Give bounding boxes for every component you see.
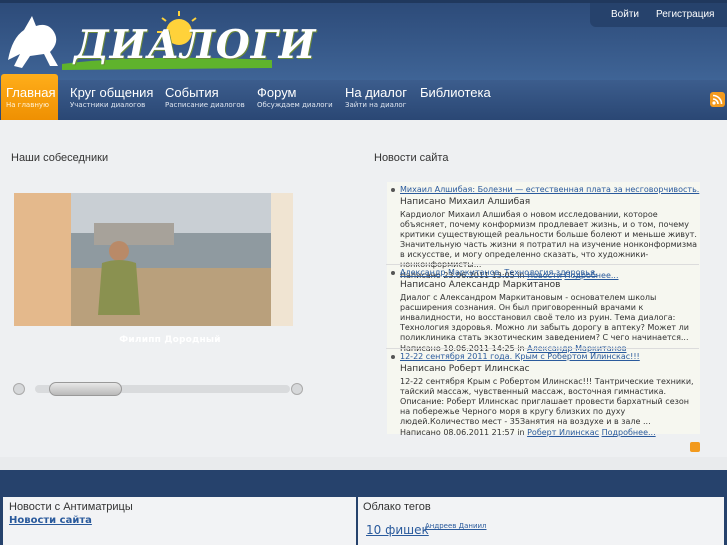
slider-next-icon[interactable] <box>291 383 303 395</box>
news-excerpt: Диалог с Александром Маркитановым - осно… <box>400 293 689 342</box>
interlocutor-name: Филипп Дородный <box>119 335 221 345</box>
news-excerpt: 12-22 сентября Крым с Робертом Илинскас!… <box>400 377 694 426</box>
nav-item-forum[interactable]: Форум Обсуждаем диалоги <box>257 80 333 120</box>
list-item: Александр Маркитанов. Технология здоровь… <box>386 264 700 355</box>
nav-item-title: Форум <box>257 85 297 100</box>
rss-icon[interactable] <box>710 92 725 107</box>
main-nav: Главная На главную Круг общения Участник… <box>0 74 727 123</box>
interlocutor-photo[interactable] <box>14 193 293 326</box>
site-header: ДИАЛОГИ Войти Регистрация <box>0 0 727 80</box>
nav-item-subtitle: Участники диалогов <box>70 101 146 109</box>
nav-item-community[interactable]: Круг общения Участники диалогов <box>70 80 153 120</box>
slider-thumb[interactable] <box>49 382 122 396</box>
news-list: Михаил Алшибая: Болезни — естественная п… <box>386 182 700 437</box>
nav-item-events[interactable]: События Расписание диалогов <box>165 80 245 120</box>
nav-item-title: Круг общения <box>70 85 154 100</box>
nav-item-subtitle: Расписание диалогов <box>165 101 245 109</box>
nav-item-subtitle: Обсуждаем диалоги <box>257 101 333 109</box>
list-item: 12-22 сентября 2011 года. Крым с Роберто… <box>386 348 700 439</box>
login-link[interactable]: Войти <box>611 9 639 20</box>
register-link[interactable]: Регистрация <box>656 9 714 20</box>
news-title: Новости сайта <box>374 152 449 164</box>
news-excerpt: Кардиолог Михаил Алшибая о новом исследо… <box>400 210 698 269</box>
news-headline-link[interactable]: Михаил Алшибая: Болезни — естественная п… <box>400 185 699 194</box>
nav-item-library[interactable]: Библиотека <box>420 80 491 120</box>
user-box: Войти Регистрация <box>590 3 727 27</box>
nav-item-dialog[interactable]: На диалог Зайти на диалог <box>345 80 407 120</box>
nav-item-subtitle: Зайти на диалог <box>345 101 407 109</box>
news-author: Написано Роберт Илинскас <box>400 364 530 374</box>
photo-slider[interactable] <box>13 382 305 396</box>
site-news-link[interactable]: Новости сайта <box>9 515 92 526</box>
logo-text: ДИАЛОГИ <box>74 22 317 68</box>
news-category-link[interactable]: Роберт Илинскас <box>527 428 599 437</box>
interlocutors-title: Наши собеседники <box>11 152 109 164</box>
nav-item-title: Библиотека <box>420 85 491 100</box>
divider <box>386 348 699 349</box>
news-meta: Написано 08.06.2011 21:57 in <box>400 428 525 437</box>
bullet-icon <box>391 355 395 359</box>
nav-item-title: События <box>165 85 219 100</box>
nav-item-title: На диалог <box>345 85 408 100</box>
tag-cloud-box: Облако тегов 10 фишек Андреев Даниил <box>358 497 724 545</box>
divider <box>386 264 699 265</box>
tag-link[interactable]: Андреев Даниил <box>425 522 487 530</box>
slider-prev-icon[interactable] <box>13 383 25 395</box>
tag-link[interactable]: 10 фишек <box>366 523 429 537</box>
news-headline-link[interactable]: 12-22 сентября 2011 года. Крым с Роберто… <box>400 352 640 361</box>
news-author: Написано Михаил Алшибая <box>400 197 531 207</box>
antimatrix-news-box: Новости с Антиматрицы Новости сайта <box>3 497 356 545</box>
box-title: Новости с Антиматрицы <box>9 501 133 513</box>
news-headline-link[interactable]: Александр Маркитанов. Технология здоровь… <box>400 268 597 277</box>
bullet-icon <box>391 271 395 275</box>
read-more-link[interactable]: Подробнее... <box>602 428 656 437</box>
box-title: Облако тегов <box>363 501 431 513</box>
nav-item-home[interactable]: Главная На главную <box>1 74 58 123</box>
nav-item-subtitle: На главную <box>6 101 49 109</box>
rss-icon[interactable] <box>690 442 700 452</box>
main-content: Наши собеседники Филипп Дородный Новости… <box>0 120 727 457</box>
bullet-icon <box>391 188 395 192</box>
nav-item-title: Главная <box>6 85 56 100</box>
news-author: Написано Александр Маркитанов <box>400 280 561 290</box>
